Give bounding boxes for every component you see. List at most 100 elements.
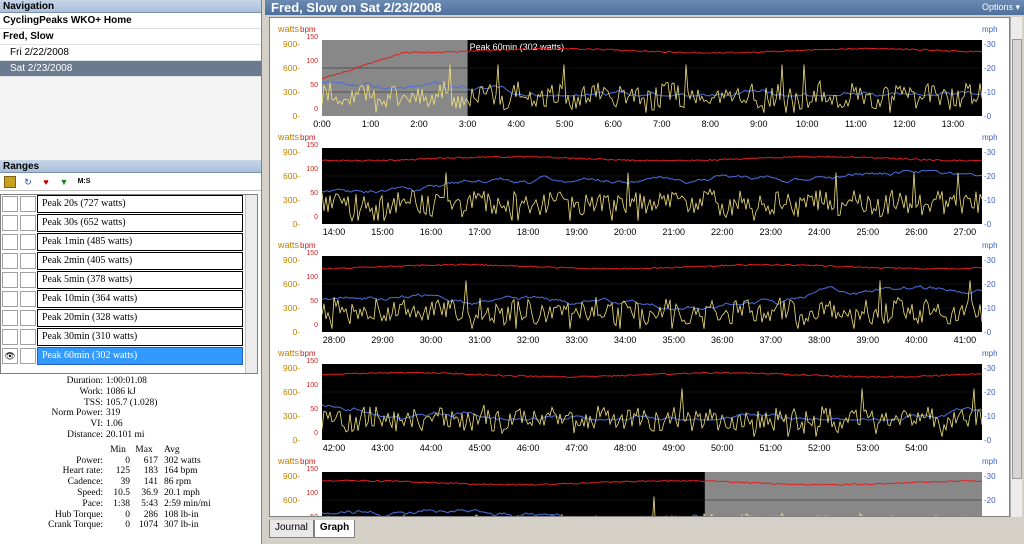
range-checkbox[interactable] (20, 272, 36, 288)
summary-row: TSS: 105.7 (1.028) (0, 398, 262, 409)
metrics-cell: 183 (143, 466, 158, 477)
range-checkbox[interactable] (20, 329, 36, 345)
folder-icon[interactable] (4, 175, 16, 188)
ranges-list: Peak 20s (727 watts) Peak 30s (652 watts)… (0, 194, 258, 374)
range-item[interactable]: Peak 5min (378 watts) (1, 271, 257, 290)
x-tick-label: 26:00 (905, 227, 928, 237)
metrics-cell: 617 (143, 455, 158, 466)
visibility-checkbox[interactable] (2, 329, 18, 345)
visibility-checkbox[interactable] (2, 310, 18, 326)
options-label[interactable]: Options (982, 2, 1013, 12)
watts-tick: 600- (283, 279, 300, 289)
x-tick-label: 9:00 (750, 119, 768, 129)
mph-tick: -0 (984, 220, 992, 229)
range-checkbox[interactable] (20, 234, 36, 250)
options-menu[interactable]: Options ▾ (982, 0, 1020, 15)
metrics-cell: Crank Torque: (48, 520, 103, 531)
range-label[interactable]: Peak 20min (328 watts) (37, 309, 243, 327)
mph-tick: -10 (984, 412, 996, 421)
summary-label: VI: (90, 419, 103, 430)
graph-scroll-thumb[interactable] (1012, 39, 1022, 479)
range-item[interactable]: Peak 30s (652 watts) (1, 214, 257, 233)
graph-area[interactable]: Peak 60min (302 watts) watts bpm mph 900- 150… (269, 17, 1010, 517)
range-label[interactable]: Peak 30s (652 watts) (37, 214, 243, 232)
range-item[interactable]: Peak 30min (310 watts) (1, 328, 257, 347)
down-icon[interactable]: ▼ (58, 176, 70, 188)
bpm-axis-label: bpm (300, 457, 316, 466)
metrics-cell: 164 bpm (164, 466, 198, 477)
range-checkbox[interactable] (20, 253, 36, 269)
metrics-cell: Avg (164, 444, 180, 455)
summary-stats: Duration: 1:00:01.08 Work: 1086 kJ TSS: 105.7… (0, 376, 262, 531)
range-item[interactable]: 👁 Peak 60min (302 watts) (1, 347, 257, 366)
range-checkbox[interactable] (20, 310, 36, 326)
range-item[interactable]: Peak 1min (485 watts) (1, 233, 257, 252)
x-tick-label: 12:00 (893, 119, 916, 129)
bpm-axis-label: bpm (300, 241, 316, 250)
range-item[interactable]: Peak 20s (727 watts) (1, 195, 257, 214)
refresh-icon[interactable]: ↻ (22, 176, 34, 188)
ranges-scrollbar[interactable] (245, 195, 257, 373)
visibility-checkbox[interactable] (2, 291, 18, 307)
visibility-checkbox[interactable] (2, 272, 18, 288)
metrics-cell (0, 445, 106, 456)
visibility-checkbox[interactable] (2, 234, 18, 250)
range-label[interactable]: Peak 30min (310 watts) (37, 328, 243, 346)
range-label[interactable]: Peak 20s (727 watts) (37, 195, 243, 213)
visibility-checkbox[interactable] (2, 215, 18, 231)
x-tick-label: 6:00 (604, 119, 622, 129)
watts-tick: 0- (292, 219, 300, 229)
nav-item[interactable]: Sat 2/23/2008 (0, 61, 261, 77)
x-tick-label: 16:00 (420, 227, 443, 237)
watts-tick: 600- (283, 171, 300, 181)
range-label[interactable]: Peak 60min (302 watts) (37, 347, 243, 365)
range-checkbox[interactable] (20, 196, 36, 212)
nav-item[interactable]: CyclingPeaks WKO+ Home (0, 13, 261, 29)
mph-tick: -10 (984, 304, 996, 313)
range-label[interactable]: Peak 2min (405 watts) (37, 252, 243, 270)
range-item[interactable]: Peak 20min (328 watts) (1, 309, 257, 328)
metrics-table: Min Max Avg Power: 0 617 302 watts Heart rate: 1… (0, 445, 262, 531)
metrics-row: Crank Torque: 0 1074 307 lb-in (0, 520, 262, 531)
left-panel: Navigation CyclingPeaks WKO+ Home Fred, S… (0, 0, 262, 544)
x-tick-label: 50:00 (711, 443, 734, 453)
metrics-cell: 5:43 (141, 498, 158, 509)
metrics-cell: 1:38 (113, 498, 130, 509)
main-panel: Fred, Slow on Sat 2/23/2008 Options ▾ Pe… (265, 0, 1024, 544)
nav-item[interactable]: Fred, Slow (0, 29, 261, 45)
visibility-checkbox[interactable] (2, 253, 18, 269)
x-tick-label: 17:00 (468, 227, 491, 237)
tab-journal[interactable]: Journal (269, 520, 314, 538)
ms-toggle[interactable]: M:S (76, 176, 92, 188)
watts-tick: 900- (283, 471, 300, 481)
graph-scrollbar[interactable] (1010, 17, 1022, 517)
summary-row: VI: 1.06 (0, 419, 262, 430)
x-tick-label: 40:00 (905, 335, 928, 345)
tab-graph[interactable]: Graph (313, 520, 356, 538)
metrics-cell: Max (135, 444, 153, 455)
x-tick-label: 54:00 (905, 443, 928, 453)
x-tick-label: 13:00 (942, 119, 965, 129)
range-label[interactable]: Peak 10min (364 watts) (37, 290, 243, 308)
x-tick-label: 34:00 (614, 335, 637, 345)
visibility-checkbox[interactable] (2, 196, 18, 212)
metrics-row: Heart rate: 125 183 164 bpm (0, 466, 262, 477)
range-checkbox[interactable] (20, 215, 36, 231)
watts-tick: 900- (283, 255, 300, 265)
watts-tick: 0- (292, 327, 300, 337)
range-checkbox[interactable] (20, 348, 36, 364)
workout-graph[interactable]: Peak 60min (302 watts)watts bpm mph900-150… (270, 18, 1010, 517)
range-label[interactable]: Peak 5min (378 watts) (37, 271, 243, 289)
range-item[interactable]: Peak 2min (405 watts) (1, 252, 257, 271)
bpm-tick: 0 (314, 430, 318, 437)
range-label[interactable]: Peak 1min (485 watts) (37, 233, 243, 251)
marker-icon[interactable]: ♥ (40, 176, 52, 188)
range-checkbox[interactable] (20, 291, 36, 307)
x-tick-label: 10:00 (796, 119, 819, 129)
range-item[interactable]: Peak 10min (364 watts) (1, 290, 257, 309)
x-tick-label: 20:00 (614, 227, 637, 237)
nav-item[interactable]: Fri 2/22/2008 (0, 45, 261, 61)
eye-icon[interactable]: 👁 (2, 348, 18, 364)
bpm-tick: 50 (310, 82, 318, 89)
summary-label: Distance: (67, 429, 103, 440)
